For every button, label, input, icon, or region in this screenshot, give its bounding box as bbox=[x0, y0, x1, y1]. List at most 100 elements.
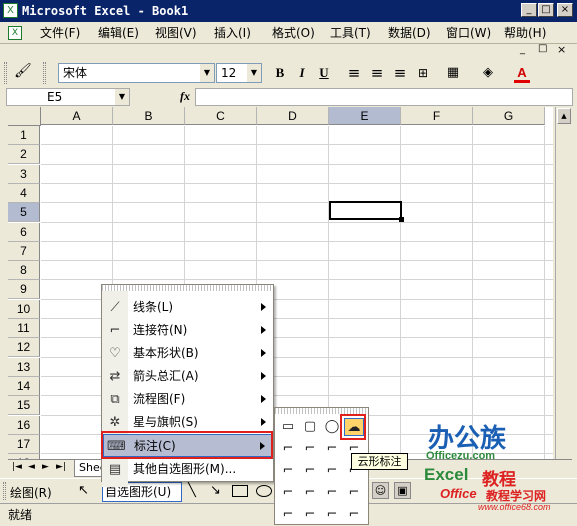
menu-file[interactable]: 文件(F) bbox=[40, 25, 80, 41]
underline-button[interactable]: U bbox=[314, 63, 334, 83]
menu-window[interactable]: 窗口(W) bbox=[446, 25, 491, 41]
menu-help[interactable]: 帮助(H) bbox=[504, 25, 546, 41]
menu-item-connectors[interactable]: ⌐ 连接符(N) bbox=[103, 319, 272, 342]
row-header-2[interactable]: 2 bbox=[8, 145, 40, 165]
align-right-icon[interactable]: ≡ bbox=[390, 63, 410, 83]
line-tool-icon[interactable]: ╲ bbox=[188, 483, 196, 498]
close-button[interactable]: × bbox=[557, 3, 573, 17]
callout-shape-icon[interactable]: ⌐ bbox=[300, 462, 320, 480]
excel-app-icon[interactable]: X bbox=[3, 3, 18, 18]
column-header-a[interactable]: A bbox=[41, 107, 113, 125]
font-size-select[interactable]: 12 ▼ bbox=[216, 63, 262, 83]
borders-icon[interactable]: ▦ bbox=[443, 63, 463, 83]
column-header-d[interactable]: D bbox=[257, 107, 329, 125]
menu-tools[interactable]: 工具(T) bbox=[330, 25, 371, 41]
rectangle-tool-icon[interactable] bbox=[232, 485, 248, 497]
chevron-down-icon[interactable]: ▼ bbox=[247, 64, 261, 82]
row-header-6[interactable]: 6 bbox=[8, 222, 40, 242]
name-box[interactable]: E5 ▼ bbox=[6, 88, 130, 106]
formula-input[interactable] bbox=[195, 88, 573, 106]
row-header-10[interactable]: 10 bbox=[8, 299, 40, 319]
callout-shape-icon[interactable]: ⌐ bbox=[344, 506, 364, 524]
insert-function-icon[interactable]: fx bbox=[180, 89, 190, 104]
oval-tool-icon[interactable] bbox=[256, 485, 272, 497]
scroll-up-icon[interactable]: ▲ bbox=[557, 108, 571, 124]
menu-view[interactable]: 视图(V) bbox=[155, 25, 197, 41]
first-sheet-icon[interactable]: |◄ bbox=[12, 462, 22, 472]
row-header-4[interactable]: 4 bbox=[8, 183, 40, 203]
bold-button[interactable]: B bbox=[270, 63, 290, 83]
chevron-down-icon[interactable]: ▼ bbox=[115, 89, 129, 105]
row-header-11[interactable]: 11 bbox=[8, 319, 40, 338]
merge-center-icon[interactable]: ⊞ bbox=[413, 63, 433, 83]
column-header-e[interactable]: E bbox=[329, 107, 401, 125]
insert-picture-icon[interactable]: ▣ bbox=[394, 482, 411, 499]
paintbrush-icon[interactable]: 🖌 bbox=[14, 63, 32, 79]
vertical-scrollbar[interactable]: ▲ bbox=[555, 107, 572, 459]
row-header-13[interactable]: 13 bbox=[8, 357, 40, 377]
doc-minimize-button[interactable]: _ bbox=[520, 44, 525, 55]
column-header-c[interactable]: C bbox=[185, 107, 257, 125]
menu-item-flowchart[interactable]: ⧉ 流程图(F) bbox=[103, 388, 272, 411]
align-center-icon[interactable]: ≡ bbox=[367, 63, 387, 83]
next-sheet-icon[interactable]: ► bbox=[42, 462, 49, 472]
menu-item-lines[interactable]: ⟋ 线条(L) bbox=[103, 296, 272, 319]
callout-shape-icon[interactable]: ⌐ bbox=[322, 440, 342, 458]
row-header-12[interactable]: 12 bbox=[8, 338, 40, 358]
callout-shape-icon[interactable]: ⌐ bbox=[322, 484, 342, 502]
callout-shape-icon[interactable]: ▭ bbox=[278, 418, 298, 436]
draw-menu-button[interactable]: 绘图(R) bbox=[10, 484, 52, 501]
menu-format[interactable]: 格式(O) bbox=[272, 25, 315, 41]
menu-edit[interactable]: 编辑(E) bbox=[98, 25, 139, 41]
callout-shape-icon[interactable]: ⌐ bbox=[278, 440, 298, 458]
callout-shape-icon[interactable]: ⌐ bbox=[322, 462, 342, 480]
row-header-15[interactable]: 15 bbox=[8, 396, 40, 416]
row-header-14[interactable]: 14 bbox=[8, 376, 40, 396]
callout-shape-icon[interactable]: ⌐ bbox=[278, 484, 298, 502]
prev-sheet-icon[interactable]: ◄ bbox=[28, 462, 35, 472]
callout-shape-icon[interactable]: ⌐ bbox=[300, 440, 320, 458]
row-header-5[interactable]: 5 bbox=[8, 203, 40, 223]
font-name-select[interactable]: 宋体 ▼ bbox=[58, 63, 215, 83]
chevron-down-icon[interactable]: ▼ bbox=[200, 64, 214, 82]
arrow-tool-icon[interactable]: ↘ bbox=[210, 483, 221, 498]
menu-data[interactable]: 数据(D) bbox=[388, 25, 431, 41]
row-header-16[interactable]: 16 bbox=[8, 415, 40, 435]
doc-restore-button[interactable]: □ bbox=[538, 43, 547, 54]
row-header-17[interactable]: 17 bbox=[8, 434, 40, 454]
callout-shape-icon[interactable]: ⌐ bbox=[300, 506, 320, 524]
fill-handle[interactable] bbox=[399, 217, 404, 222]
menu-item-basic-shapes[interactable]: ♡ 基本形状(B) bbox=[103, 342, 272, 365]
select-objects-icon[interactable]: ↖ bbox=[78, 483, 89, 498]
row-header-9[interactable]: 9 bbox=[8, 280, 40, 300]
column-header-f[interactable]: F bbox=[401, 107, 473, 125]
maximize-button[interactable]: □ bbox=[538, 3, 554, 17]
document-icon[interactable]: X bbox=[8, 26, 22, 40]
doc-close-button[interactable]: × bbox=[557, 43, 566, 56]
row-header-1[interactable]: 1 bbox=[8, 126, 40, 145]
callout-shape-icon[interactable]: ⌐ bbox=[278, 506, 298, 524]
callout-shape-icon[interactable]: ⌐ bbox=[300, 484, 320, 502]
row-header-8[interactable]: 8 bbox=[8, 261, 40, 281]
select-all-corner[interactable] bbox=[8, 107, 41, 126]
column-header-g[interactable]: G bbox=[473, 107, 545, 125]
callout-shape-icon[interactable]: ⌐ bbox=[322, 506, 342, 524]
callout-shape-icon[interactable]: ▢ bbox=[300, 418, 320, 436]
callout-shape-icon[interactable]: ⌐ bbox=[278, 462, 298, 480]
callout-shape-icon[interactable]: ⌐ bbox=[344, 484, 364, 502]
clipart-icon[interactable]: ☺ bbox=[372, 482, 389, 499]
last-sheet-icon[interactable]: ►| bbox=[56, 462, 66, 472]
row-header-7[interactable]: 7 bbox=[8, 241, 40, 261]
menu-insert[interactable]: 插入(I) bbox=[214, 25, 251, 41]
formula-bar: E5 ▼ fx bbox=[0, 87, 577, 107]
align-left-icon[interactable]: ≡ bbox=[344, 63, 364, 83]
row-header-3[interactable]: 3 bbox=[8, 164, 40, 184]
active-cell-e5[interactable] bbox=[329, 201, 402, 220]
menu-item-block-arrows[interactable]: ⇄ 箭头总汇(A) bbox=[103, 365, 272, 388]
callout-shape-icon[interactable]: ◯ bbox=[322, 418, 342, 436]
italic-button[interactable]: I bbox=[292, 63, 312, 83]
column-header-b[interactable]: B bbox=[113, 107, 185, 125]
minimize-button[interactable]: _ bbox=[521, 3, 537, 17]
fill-color-icon[interactable]: ◈ bbox=[478, 63, 498, 83]
menu-item-more-autoshapes[interactable]: ▤ 其他自选图形(M)... bbox=[103, 458, 272, 481]
